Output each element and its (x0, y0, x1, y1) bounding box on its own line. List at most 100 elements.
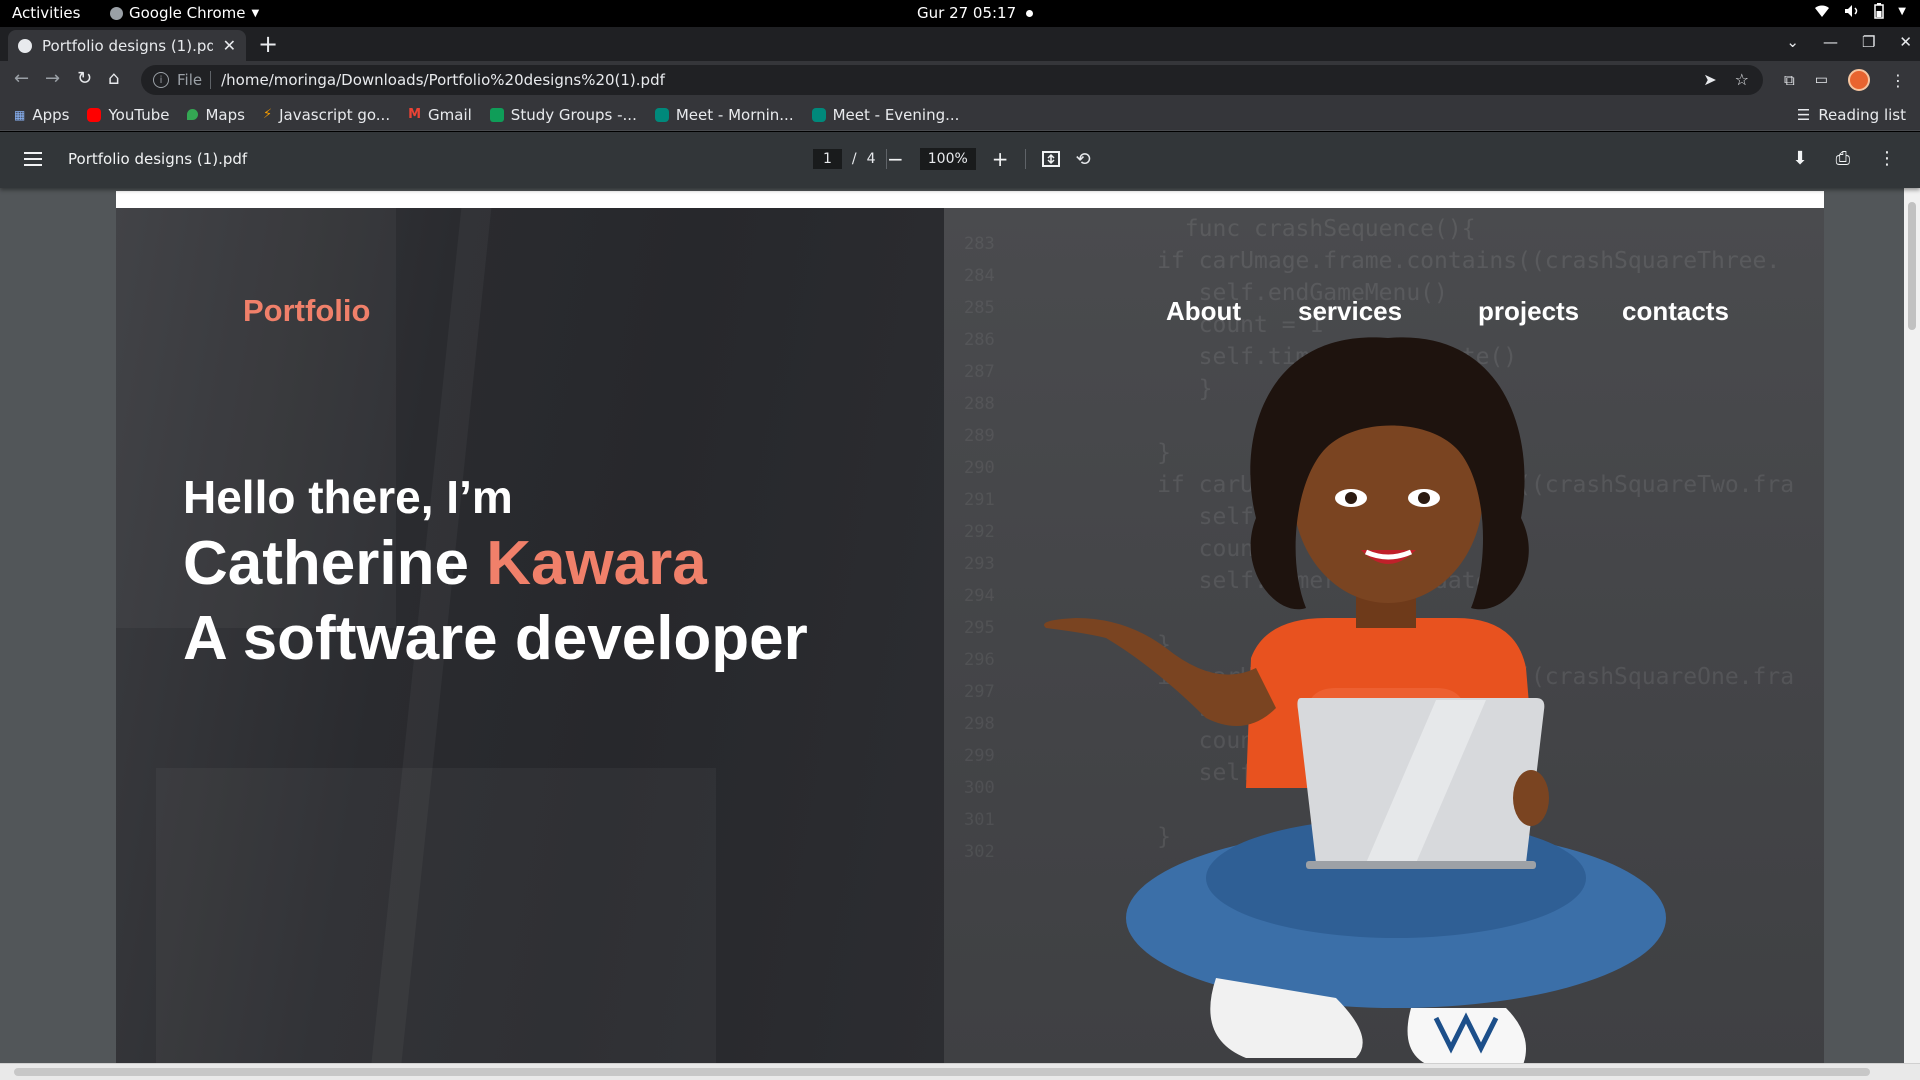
reload-icon[interactable]: ↻ (77, 69, 92, 89)
nav-services: services (1298, 296, 1403, 326)
system-tray[interactable]: ▼ (1814, 3, 1906, 19)
fit-page-icon[interactable] (1041, 151, 1060, 167)
laptop-base-shape (1306, 861, 1536, 869)
bookmark-youtube[interactable]: YouTube (87, 106, 169, 124)
system-menu-caret-icon: ▼ (1898, 5, 1906, 17)
close-tab-icon[interactable]: ✕ (223, 36, 236, 55)
pdf-viewer[interactable]: 283 284 285 286 287 288 289 290 291 292 … (0, 188, 1920, 1080)
forward-icon[interactable]: → (45, 69, 60, 89)
bookmark-star-icon[interactable]: ☆ (1735, 70, 1749, 89)
meet-icon (811, 107, 826, 122)
nav-contacts: contacts (1622, 296, 1729, 326)
current-page-input[interactable]: 1 (813, 149, 842, 169)
download-icon[interactable]: ⬇ (1793, 148, 1808, 169)
volume-icon (1845, 5, 1858, 17)
minimize-icon[interactable]: — (1823, 33, 1838, 51)
zoom-in-icon[interactable]: + (992, 147, 1009, 171)
activities-button[interactable]: Activities (12, 4, 80, 22)
javascript-icon: ⚡ (262, 107, 273, 122)
bookmark-apps[interactable]: ▦ Apps (14, 106, 69, 124)
bookmark-label: Gmail (428, 105, 472, 124)
restore-icon[interactable]: ❐ (1862, 33, 1875, 51)
tab-portfolio-pdf[interactable]: Portfolio designs (1).pdf ✕ (8, 30, 246, 61)
reading-list-icon: ☰ (1796, 106, 1811, 124)
battery-icon (1874, 3, 1885, 19)
horizontal-scroll-thumb[interactable] (14, 1068, 1870, 1076)
youtube-icon (87, 107, 102, 122)
background-shape (156, 768, 716, 1068)
close-window-icon[interactable]: ✕ (1899, 33, 1912, 51)
sidebar-menu-icon[interactable] (24, 152, 42, 166)
address-url[interactable]: /home/moringa/Downloads/Portfolio%20desi… (221, 71, 665, 89)
notification-dot-icon (1026, 9, 1034, 17)
pdf-title: Portfolio designs (1).pdf (68, 150, 248, 168)
bookmark-label: Javascript go... (279, 105, 391, 124)
bookmarks-bar: ▦ Apps YouTube Maps ⚡ Javascript go... M… (0, 99, 1920, 131)
extensions-icon[interactable]: ⧉ (1784, 71, 1795, 89)
hero-last-name: Kawara (486, 529, 707, 598)
page-separator: / (851, 151, 857, 167)
address-bar[interactable]: i File /home/moringa/Downloads/Portfolio… (141, 65, 1763, 95)
system-top-bar: Activities Google Chrome ▼ Gur 27 05:17 … (0, 0, 1920, 27)
clock-label: Gur 27 05:17 (917, 4, 1017, 22)
gmail-icon: M (408, 107, 422, 122)
address-scheme: File (177, 71, 212, 89)
right-pupil-shape (1418, 492, 1430, 504)
maps-pin-icon (187, 109, 199, 120)
pdf-actions: ⬇ ⎙ ⋮ (1793, 148, 1897, 169)
cast-icon[interactable]: ▭ (1815, 72, 1828, 88)
profile-avatar[interactable] (1848, 69, 1870, 91)
left-pupil-shape (1345, 492, 1357, 504)
caret-down-icon: ▼ (251, 7, 260, 19)
window-controls: ⌄ — ❐ ✕ (1786, 33, 1912, 51)
portfolio-hero: 283 284 285 286 287 288 289 290 291 292 … (116, 208, 1824, 1071)
bookmark-javascript[interactable]: ⚡ Javascript go... (263, 106, 390, 124)
pdf-toolbar: Portfolio designs (1).pdf 1 / 4 − 100% +… (0, 132, 1920, 188)
bookmark-maps[interactable]: Maps (187, 105, 245, 124)
page-selector: 1 / 4 (813, 149, 887, 169)
reading-list-button[interactable]: ☰ Reading list (1797, 106, 1906, 124)
toolbar-divider (1024, 149, 1026, 169)
back-icon[interactable]: ← (14, 69, 29, 89)
site-info-icon[interactable]: i (153, 72, 169, 88)
bookmark-label: Maps (205, 105, 245, 124)
horizontal-scrollbar[interactable] (0, 1063, 1920, 1080)
send-icon[interactable]: ➤ (1703, 70, 1716, 89)
zoom-out-icon[interactable]: − (887, 147, 904, 171)
tab-search-icon[interactable]: ⌄ (1786, 33, 1799, 51)
hero-greeting: Hello there, I’m (183, 471, 513, 523)
rotate-icon[interactable]: ⟲ (1076, 149, 1091, 170)
app-menu-label: Google Chrome (129, 4, 246, 22)
tab-title: Portfolio designs (1).pdf (42, 36, 213, 55)
vertical-scrollbar[interactable] (1904, 188, 1920, 1063)
hero-role: A software developer (183, 604, 808, 673)
tab-strip: Portfolio designs (1).pdf ✕ + ⌄ — ❐ ✕ (0, 27, 1920, 61)
bookmark-meet-evening[interactable]: Meet - Evening... (811, 106, 959, 124)
pdf-favicon-icon (18, 38, 32, 53)
sheets-icon (489, 107, 504, 122)
home-icon[interactable]: ⌂ (108, 69, 119, 89)
hero-name: Catherine Kawara (183, 528, 707, 599)
new-tab-button[interactable]: + (258, 30, 278, 58)
raised-arm-shape (1044, 618, 1276, 726)
nav-about: About (1166, 296, 1242, 326)
more-actions-icon[interactable]: ⋮ (1878, 148, 1896, 169)
zoom-controls: − 100% + ⟲ (887, 147, 1091, 171)
developer-illustration (1044, 337, 1666, 1070)
app-menu[interactable]: Google Chrome ▼ (110, 4, 259, 22)
meet-icon (654, 107, 669, 122)
bookmark-meet-morning[interactable]: Meet - Mornin... (654, 106, 794, 124)
omnibox-actions: ➤ ☆ (1703, 70, 1749, 89)
bookmark-label: Study Groups -... (510, 105, 637, 124)
total-pages: 4 (866, 151, 876, 167)
zoom-level-input[interactable]: 100% (919, 148, 976, 170)
vertical-scroll-thumb[interactable] (1908, 202, 1916, 330)
bookmark-gmail[interactable]: M Gmail (408, 106, 472, 124)
menu-kebab-icon[interactable]: ⋮ (1890, 71, 1906, 90)
print-icon[interactable]: ⎙ (1836, 148, 1850, 169)
pdf-page: 283 284 285 286 287 288 289 290 291 292 … (116, 191, 1824, 1071)
clock[interactable]: Gur 27 05:17 (917, 4, 1034, 22)
bookmark-label: Apps (32, 105, 70, 124)
reading-list-label: Reading list (1818, 106, 1906, 124)
bookmark-study-groups[interactable]: Study Groups -... (489, 105, 637, 124)
